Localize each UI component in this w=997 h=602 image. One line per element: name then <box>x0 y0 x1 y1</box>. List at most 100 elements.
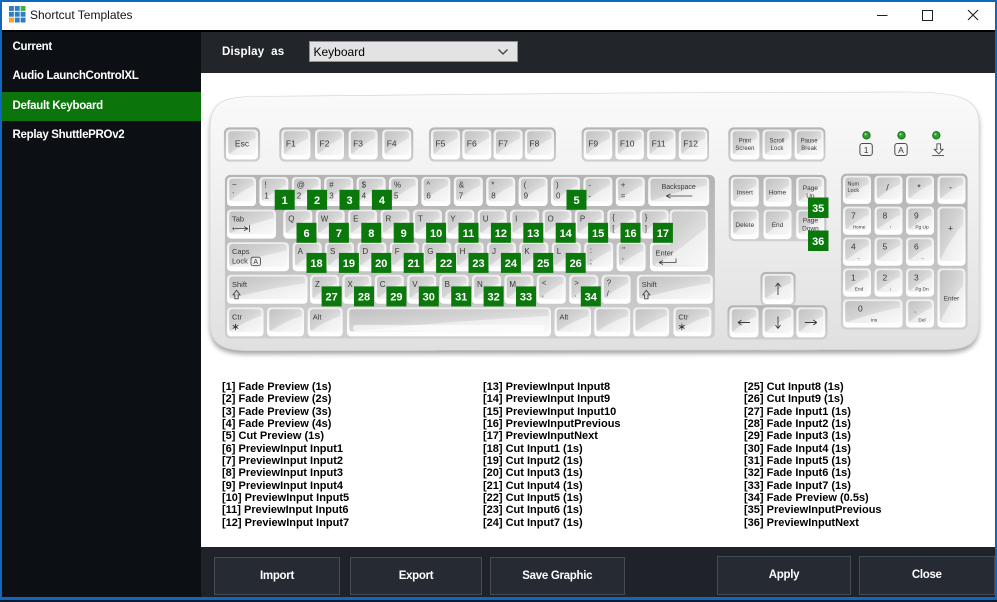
svg-text:F: F <box>395 247 400 256</box>
svg-text:F2: F2 <box>320 139 330 149</box>
svg-text:Enter: Enter <box>944 295 960 302</box>
svg-text:H: H <box>460 247 466 256</box>
svg-text:Tab: Tab <box>232 215 244 224</box>
svg-text:32: 32 <box>487 291 499 303</box>
svg-text:N: N <box>477 280 483 289</box>
svg-text:}: } <box>645 213 648 222</box>
svg-text:15: 15 <box>592 228 604 240</box>
svg-text:31: 31 <box>455 291 467 303</box>
svg-text:Num: Num <box>848 182 860 188</box>
svg-text:3: 3 <box>329 192 334 201</box>
svg-text:35: 35 <box>812 203 824 215</box>
svg-text:F6: F6 <box>467 139 477 149</box>
svg-text:F7: F7 <box>498 139 508 149</box>
svg-text:29: 29 <box>390 291 402 303</box>
svg-text:U: U <box>483 215 489 224</box>
svg-text:$: $ <box>362 181 367 190</box>
svg-text:<: < <box>542 278 547 287</box>
svg-text:Screen: Screen <box>735 146 754 152</box>
svg-text:8: 8 <box>883 211 888 221</box>
svg-text:8: 8 <box>491 192 496 201</box>
svg-text:Y: Y <box>450 215 456 224</box>
svg-text:13: 13 <box>527 228 539 240</box>
svg-text:F3: F3 <box>353 139 363 149</box>
svg-text:4: 4 <box>851 242 856 252</box>
svg-text:Enter: Enter <box>656 249 674 258</box>
svg-text:6: 6 <box>303 228 309 240</box>
svg-text:Alt: Alt <box>560 312 570 321</box>
svg-text:2: 2 <box>297 192 302 201</box>
svg-text:10: 10 <box>430 228 442 240</box>
svg-text:F5: F5 <box>436 139 446 149</box>
svg-text:?: ? <box>607 278 612 287</box>
svg-text:;: ; <box>590 257 592 266</box>
svg-text:7: 7 <box>851 211 856 221</box>
svg-text:Page: Page <box>803 185 819 192</box>
svg-text:Scroll: Scroll <box>769 139 784 145</box>
svg-text:V: V <box>412 280 418 289</box>
svg-text:9: 9 <box>524 192 529 201</box>
svg-text:↓: ↓ <box>889 287 891 292</box>
svg-text:7: 7 <box>336 228 342 240</box>
svg-text:↑: ↑ <box>889 226 891 231</box>
svg-text:0: 0 <box>858 303 863 313</box>
svg-text:{: { <box>612 213 615 222</box>
svg-text:1: 1 <box>282 195 288 207</box>
svg-text:Pg Up: Pg Up <box>915 225 929 231</box>
svg-text:2: 2 <box>883 272 888 282</box>
svg-text:]: ] <box>645 224 647 233</box>
svg-text:14: 14 <box>560 228 573 240</box>
svg-text:21: 21 <box>408 258 420 270</box>
svg-text:17: 17 <box>657 228 669 240</box>
svg-text:.: . <box>574 289 576 298</box>
svg-text:X: X <box>347 280 353 289</box>
svg-text:Break: Break <box>801 146 818 152</box>
svg-text:F10: F10 <box>620 139 635 149</box>
svg-text:": " <box>622 246 625 255</box>
svg-text:28: 28 <box>358 291 370 303</box>
svg-text:Alt: Alt <box>313 312 323 321</box>
svg-text:.: . <box>914 304 916 314</box>
svg-text:25: 25 <box>537 258 549 270</box>
svg-text:%: % <box>394 181 401 190</box>
svg-text:Ctr: Ctr <box>232 312 243 321</box>
svg-text:Home: Home <box>769 190 787 197</box>
svg-text:2: 2 <box>314 195 320 207</box>
svg-text:33: 33 <box>520 291 532 303</box>
svg-text:11: 11 <box>463 228 475 240</box>
svg-text:6: 6 <box>914 242 919 252</box>
svg-text:S: S <box>330 247 335 256</box>
svg-text:9: 9 <box>401 228 407 240</box>
svg-text:Ctr: Ctr <box>678 312 689 321</box>
svg-text:Z: Z <box>315 280 320 289</box>
svg-text:+: + <box>948 224 953 234</box>
svg-text:8: 8 <box>368 228 374 240</box>
svg-text:Pause: Pause <box>801 139 819 145</box>
svg-text:A: A <box>253 259 258 266</box>
svg-text:5: 5 <box>394 192 399 201</box>
svg-text:Delete: Delete <box>735 222 754 229</box>
svg-text::: : <box>590 246 592 255</box>
svg-text:-: - <box>588 181 591 190</box>
svg-text:Esc: Esc <box>235 139 250 149</box>
svg-text:23: 23 <box>472 258 484 270</box>
svg-text:36: 36 <box>812 236 824 248</box>
svg-text:A: A <box>898 145 904 155</box>
svg-text:1: 1 <box>264 192 269 201</box>
svg-text:7: 7 <box>459 192 464 201</box>
svg-text:E: E <box>353 215 358 224</box>
svg-text:*: * <box>491 181 494 190</box>
svg-text:J: J <box>492 247 496 256</box>
svg-text:@: @ <box>297 181 305 190</box>
svg-text:6: 6 <box>426 192 431 201</box>
svg-text:19: 19 <box>343 258 355 270</box>
svg-text:F12: F12 <box>683 139 698 149</box>
svg-text:K: K <box>524 247 530 256</box>
svg-text:R: R <box>386 215 392 224</box>
svg-text:Shift: Shift <box>232 280 248 289</box>
svg-text:F1: F1 <box>286 139 296 149</box>
svg-text:Page: Page <box>803 218 819 225</box>
svg-text:I: I <box>515 215 517 224</box>
svg-text:Insert: Insert <box>737 190 753 197</box>
svg-text:O: O <box>548 215 554 224</box>
